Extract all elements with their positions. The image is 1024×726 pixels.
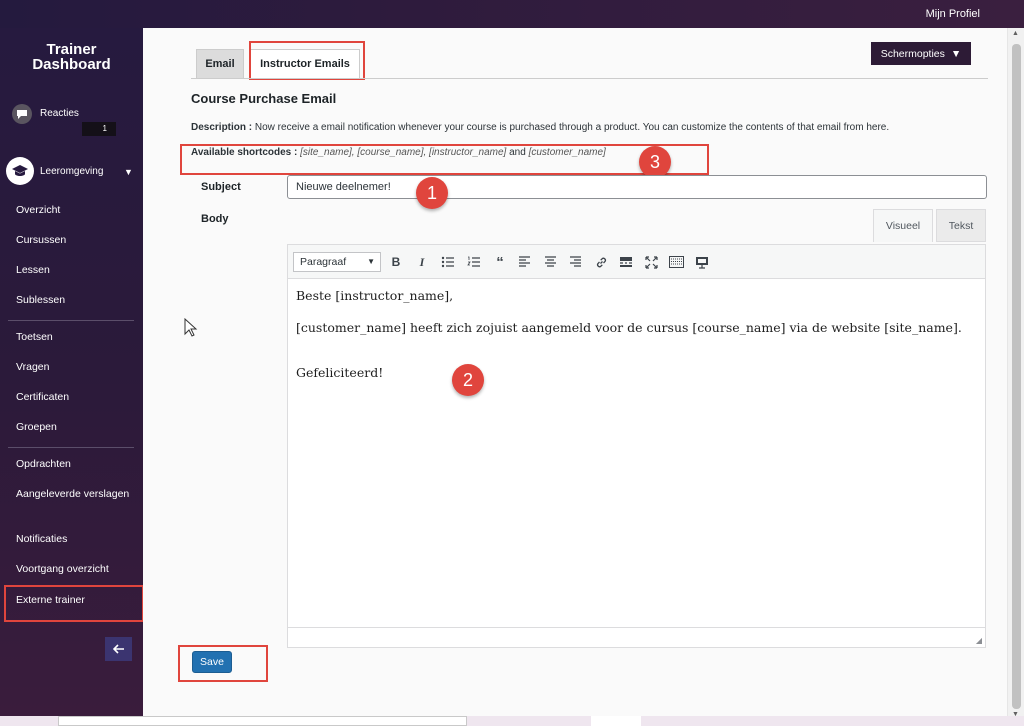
sidebar-item-label: Leeromgeving: [40, 166, 104, 177]
bottom-panel: [591, 716, 641, 726]
collapse-sidebar-button[interactable]: [105, 637, 132, 661]
description-text: Now receive a email notification wheneve…: [252, 122, 890, 133]
sidebar-item-overzicht[interactable]: Overzicht: [16, 203, 131, 218]
caret-down-icon[interactable]: ▼: [124, 167, 133, 177]
sidebar-item-cursussen[interactable]: Cursussen: [16, 233, 131, 248]
body-line-closing: Gefeliciteerd!: [296, 365, 384, 380]
fullscreen-icon[interactable]: [641, 253, 661, 271]
section-description: Description : Now receive a email notifi…: [191, 122, 889, 133]
caret-down-icon: ▼: [950, 47, 962, 60]
sidebar-item-groepen[interactable]: Groepen: [16, 420, 131, 435]
align-left-icon[interactable]: [514, 253, 534, 271]
sidebar-item-sublessen[interactable]: Sublessen: [16, 293, 131, 308]
brand-line-2: Dashboard: [32, 56, 111, 73]
arrow-left-icon: [112, 644, 124, 654]
screen-options-label: Schermopties: [880, 47, 945, 60]
format-select-value: Paragraaf: [300, 256, 347, 268]
bullet-list-icon[interactable]: [438, 253, 458, 271]
sidebar-item-leeromgeving[interactable]: Leeromgeving ▼: [6, 157, 138, 189]
externe-trainer-highlight: [4, 585, 144, 622]
link-icon[interactable]: [591, 253, 611, 271]
sidebar-item-notificaties[interactable]: Notificaties: [16, 532, 131, 547]
scroll-up-icon[interactable]: ▲: [1012, 30, 1019, 37]
brand-line-1: Trainer: [46, 41, 97, 58]
editor-statusbar: ◢: [288, 627, 985, 647]
subject-input[interactable]: [287, 175, 987, 199]
callout-badge-1: 1: [416, 177, 448, 209]
screen-options-button[interactable]: Schermopties ▼: [871, 42, 971, 65]
sidebar: Trainer Dashboard Reacties 1 Leeromgevin…: [0, 28, 144, 720]
align-right-icon[interactable]: [565, 253, 585, 271]
subject-label: Subject: [201, 181, 241, 193]
body-label: Body: [201, 213, 229, 225]
keyboard-icon[interactable]: [666, 253, 686, 271]
scrollbar-thumb[interactable]: [1012, 44, 1021, 709]
tab-visual-editor[interactable]: Visueel: [873, 209, 933, 242]
graduation-cap-icon: [6, 157, 34, 185]
resize-handle-icon[interactable]: ◢: [976, 636, 982, 645]
caret-down-icon: ▼: [367, 257, 375, 266]
top-bar: Mijn Profiel: [0, 0, 1024, 28]
comment-count-badge: 1: [82, 122, 116, 136]
blockquote-icon[interactable]: “: [490, 253, 510, 271]
tab-text-editor[interactable]: Tekst: [936, 209, 986, 242]
align-center-icon[interactable]: [540, 253, 560, 271]
brand-title: Trainer Dashboard: [0, 42, 143, 72]
body-line-greeting: Beste [instructor_name],: [296, 288, 454, 303]
editor-toolbar: Paragraaf ▼ B I “: [288, 245, 985, 279]
sidebar-item-aangeleverde-verslagen[interactable]: Aangeleverde verslagen: [16, 487, 131, 502]
sidebar-item-voortgang-overzicht[interactable]: Voortgang overzicht: [16, 562, 131, 577]
callout-badge-2: 2: [452, 364, 484, 396]
sidebar-divider: [8, 320, 134, 321]
paragraph-format-select[interactable]: Paragraaf ▼: [293, 252, 381, 272]
numbered-list-icon[interactable]: [464, 253, 484, 271]
italic-icon[interactable]: I: [412, 253, 432, 271]
tab-divider: [191, 78, 988, 79]
editor-content[interactable]: Beste [instructor_name], [customer_name]…: [296, 289, 976, 398]
bold-icon[interactable]: B: [386, 253, 406, 271]
bottom-field: [58, 716, 467, 726]
mouse-cursor-icon: [184, 318, 198, 337]
callout-badge-3: 3: [639, 146, 671, 178]
instructor-emails-highlight: [249, 41, 365, 80]
comment-icon: [12, 104, 32, 124]
body-line-message: [customer_name] heeft zich zojuist aange…: [296, 320, 962, 335]
presentation-icon[interactable]: [692, 253, 712, 271]
section-title: Course Purchase Email: [191, 91, 337, 106]
page-scrollbar[interactable]: ▲ ▼: [1007, 28, 1024, 720]
sidebar-item-vragen[interactable]: Vragen: [16, 360, 131, 375]
sidebar-item-certificaten[interactable]: Certificaten: [16, 390, 131, 405]
body-editor[interactable]: Paragraaf ▼ B I “ Beste [instructor_name…: [287, 244, 986, 648]
save-highlight: [178, 645, 268, 682]
read-more-icon[interactable]: [616, 253, 636, 271]
description-label: Description :: [191, 122, 253, 133]
tab-email[interactable]: Email: [196, 49, 244, 78]
shortcodes-highlight: [180, 144, 709, 175]
my-profile-link[interactable]: Mijn Profiel: [926, 8, 980, 20]
sidebar-item-toetsen[interactable]: Toetsen: [16, 330, 131, 345]
sidebar-divider: [8, 447, 134, 448]
bottom-strip: [0, 716, 1024, 726]
sidebar-item-reacties[interactable]: Reacties 1: [12, 104, 132, 136]
sidebar-item-opdrachten[interactable]: Opdrachten: [16, 457, 131, 472]
sidebar-item-lessen[interactable]: Lessen: [16, 263, 131, 278]
sidebar-item-label: Reacties: [40, 108, 79, 119]
